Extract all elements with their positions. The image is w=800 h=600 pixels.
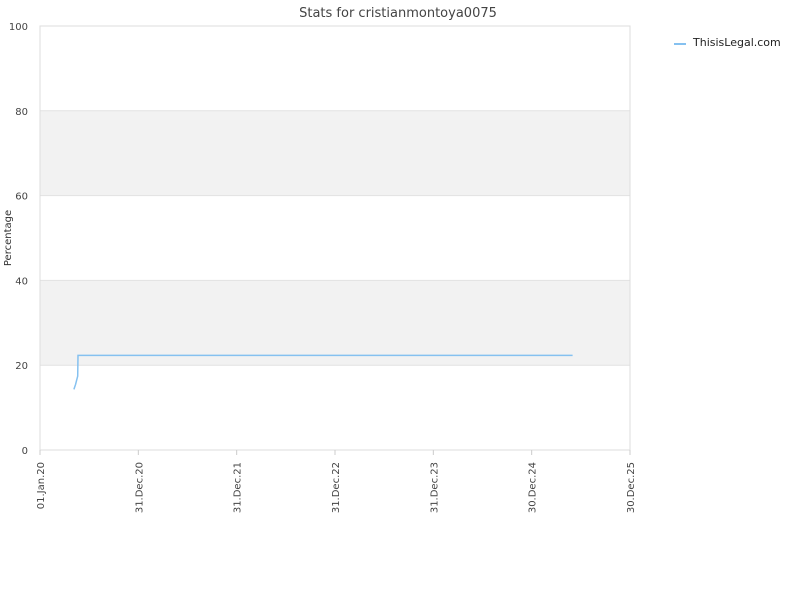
plot-area-border xyxy=(39,25,631,451)
y-tick-label: 0 xyxy=(22,446,28,457)
line-chart: Stats for cristianmontoya0075 0 20 40 60 80 1… xyxy=(3,6,781,513)
x-axis-ticks: 01.Jan.20 31.Dec.20 31.Dec.21 31.Dec.22 31.D… xyxy=(36,450,637,513)
x-tick-label: 01.Jan.20 xyxy=(36,462,47,509)
y-tick-label: 20 xyxy=(15,361,28,372)
background-band xyxy=(40,280,630,366)
gridlines xyxy=(40,25,630,451)
x-tick-label: 31.Dec.20 xyxy=(134,462,145,513)
y-tick-label: 60 xyxy=(15,192,28,203)
legend-label: ThisisLegal.com xyxy=(692,36,781,49)
x-tick-label: 31.Dec.21 xyxy=(233,462,244,513)
legend: ThisisLegal.com xyxy=(674,36,781,49)
x-tick-label: 30.Dec.25 xyxy=(626,462,637,513)
x-tick-label: 31.Dec.23 xyxy=(429,462,440,513)
y-tick-label: 100 xyxy=(9,22,28,33)
background-band xyxy=(40,110,630,196)
x-tick-label: 31.Dec.22 xyxy=(331,462,342,513)
y-tick-label: 80 xyxy=(15,107,28,118)
chart-title: Stats for cristianmontoya0075 xyxy=(299,6,497,21)
background-bands xyxy=(40,110,630,366)
y-axis-label: Percentage xyxy=(3,210,14,266)
x-tick-label: 30.Dec.24 xyxy=(528,462,539,513)
y-tick-label: 40 xyxy=(15,276,28,287)
